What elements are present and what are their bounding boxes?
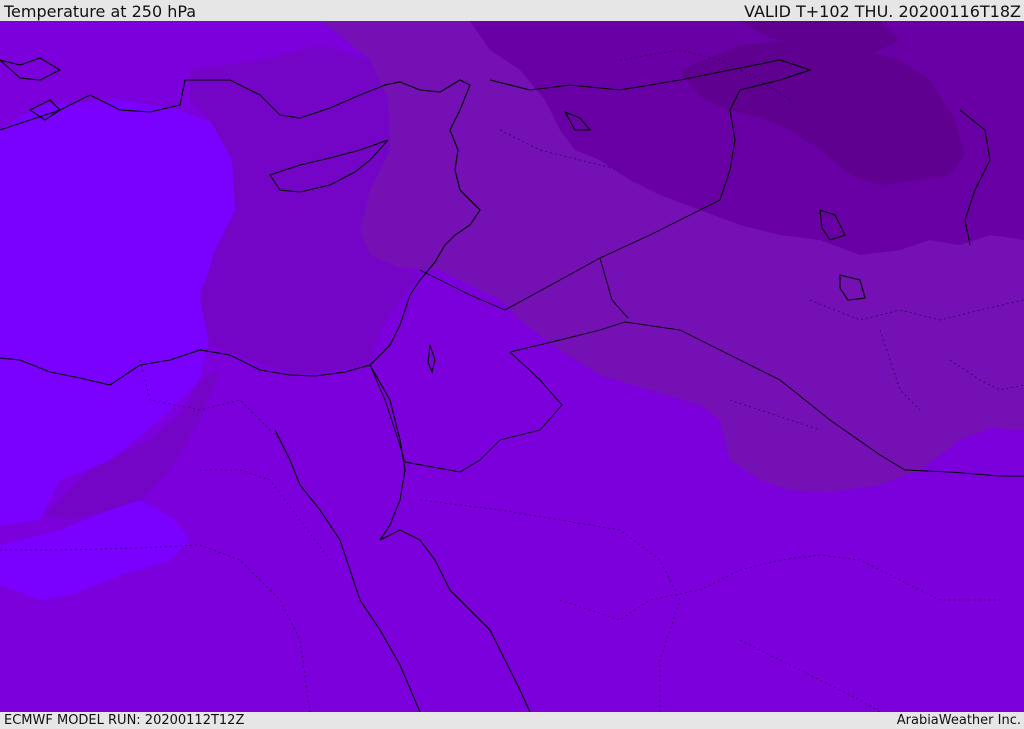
valid-time: VALID T+102 THU. 20200116T18Z (744, 2, 1021, 21)
footer-bar: ECMWF MODEL RUN: 20200112T12Z ArabiaWeat… (0, 712, 1024, 729)
model-run: ECMWF MODEL RUN: 20200112T12Z (4, 713, 245, 728)
credit: ArabiaWeather Inc. (896, 713, 1021, 728)
header-bar: Temperature at 250 hPa VALID T+102 THU. … (0, 0, 1024, 21)
temperature-map (0, 21, 1024, 712)
map-title: Temperature at 250 hPa (4, 2, 197, 21)
